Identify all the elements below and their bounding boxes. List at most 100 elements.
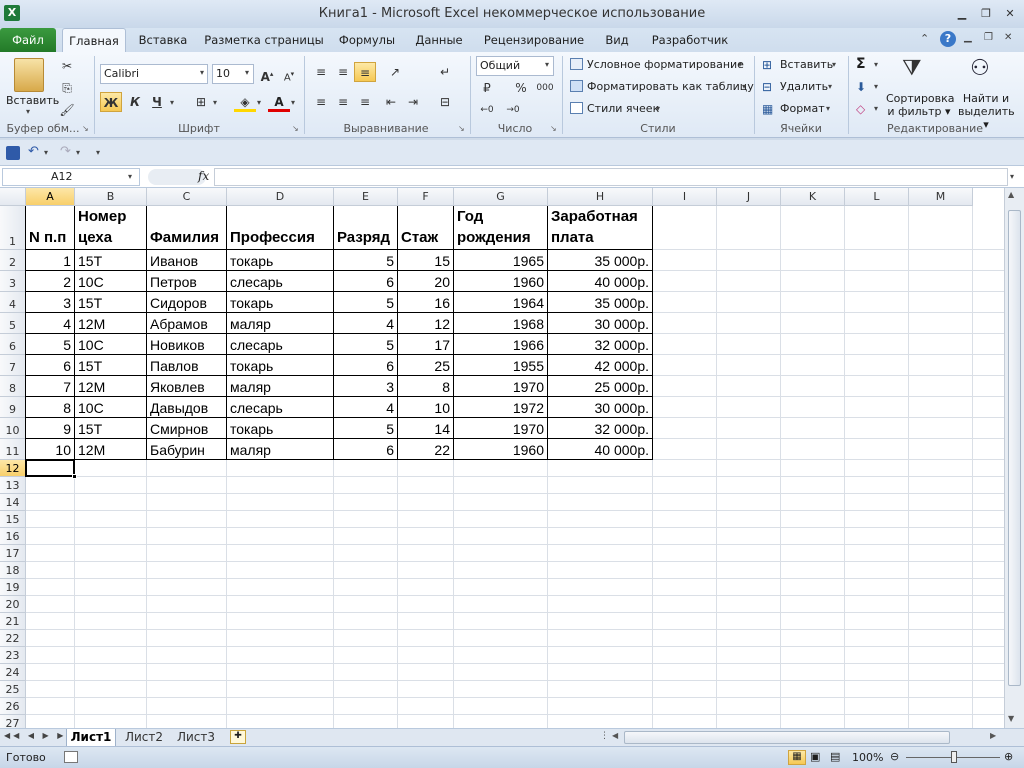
chevron-down-icon[interactable]: ▾ bbox=[257, 98, 261, 107]
table-cell[interactable]: 1966 bbox=[454, 334, 547, 354]
table-cell[interactable]: маляр bbox=[227, 313, 333, 333]
collapse-ribbon-icon[interactable]: ⌃ bbox=[920, 32, 929, 45]
chevron-down-icon[interactable]: ▾ bbox=[826, 104, 830, 113]
table-cell[interactable]: 10С bbox=[75, 334, 146, 354]
sort-filter-button[interactable]: Сортировка и фильтр ▾ bbox=[886, 92, 955, 118]
active-cell[interactable] bbox=[25, 459, 75, 477]
table-cell[interactable]: 20 bbox=[398, 271, 453, 291]
doc-restore-icon[interactable]: ❐ bbox=[984, 32, 993, 43]
chevron-down-icon[interactable]: ▾ bbox=[213, 98, 217, 107]
row-header[interactable]: 22 bbox=[0, 630, 26, 647]
sheet-nav-icon[interactable]: ◀◀ ◀ ▶ ▶▶ bbox=[4, 731, 76, 740]
table-cell[interactable]: 1970 bbox=[454, 376, 547, 396]
table-cell[interactable]: 6 bbox=[26, 355, 74, 375]
table-cell[interactable]: 6 bbox=[334, 355, 397, 375]
table-cell[interactable]: Павлов bbox=[147, 355, 226, 375]
column-header[interactable]: H bbox=[548, 188, 653, 206]
paste-icon[interactable] bbox=[14, 58, 44, 92]
align-center-icon[interactable]: ≡ bbox=[332, 92, 354, 112]
table-cell[interactable]: Новиков bbox=[147, 334, 226, 354]
chevron-down-icon[interactable]: ▾ bbox=[545, 60, 549, 69]
table-cell[interactable]: 1972 bbox=[454, 397, 547, 417]
table-cell[interactable]: 10С bbox=[75, 271, 146, 291]
table-cell[interactable]: 40 000р. bbox=[548, 271, 652, 291]
conditional-formatting-button[interactable]: Условное форматирование bbox=[587, 58, 744, 71]
table-cell[interactable]: слесарь bbox=[227, 397, 333, 417]
align-middle-icon[interactable]: ≡ bbox=[332, 62, 354, 82]
align-top-icon[interactable]: ≡ bbox=[310, 62, 332, 82]
redo-icon[interactable]: ↷ bbox=[60, 144, 71, 159]
row-header[interactable]: 15 bbox=[0, 511, 26, 528]
table-cell[interactable]: токарь bbox=[227, 292, 333, 312]
table-cell[interactable]: 30 000р. bbox=[548, 397, 652, 417]
hscroll-thumb[interactable] bbox=[624, 731, 950, 744]
table-header-cell[interactable]: N п.п bbox=[26, 206, 74, 249]
row-header[interactable]: 6 bbox=[0, 334, 26, 355]
table-cell[interactable]: Яковлев bbox=[147, 376, 226, 396]
table-cell[interactable]: 7 bbox=[26, 376, 74, 396]
hscroll-split-icon[interactable]: ⋮ bbox=[600, 731, 609, 741]
table-cell[interactable]: 30 000р. bbox=[548, 313, 652, 333]
tab-developer[interactable]: Разработчик bbox=[644, 28, 736, 52]
chevron-down-icon[interactable]: ▾ bbox=[44, 148, 48, 157]
table-cell[interactable]: 15Т bbox=[75, 250, 146, 270]
column-header[interactable]: L bbox=[845, 188, 909, 206]
scroll-left-icon[interactable]: ◀ bbox=[612, 731, 618, 740]
row-header[interactable]: 2 bbox=[0, 250, 26, 271]
row-header[interactable]: 26 bbox=[0, 698, 26, 715]
tab-formulas[interactable]: Формулы bbox=[332, 28, 402, 52]
table-cell[interactable]: 12М bbox=[75, 439, 146, 459]
table-cell[interactable]: 16 bbox=[398, 292, 453, 312]
tab-data[interactable]: Данные bbox=[406, 28, 472, 52]
table-cell[interactable]: 1964 bbox=[454, 292, 547, 312]
row-header[interactable]: 7 bbox=[0, 355, 26, 376]
percent-button[interactable]: % bbox=[510, 78, 532, 98]
table-cell[interactable]: 5 bbox=[26, 334, 74, 354]
table-cell[interactable]: токарь bbox=[227, 418, 333, 438]
table-cell[interactable]: Смирнов bbox=[147, 418, 226, 438]
doc-close-icon[interactable]: ✕ bbox=[1004, 32, 1012, 43]
align-bottom-icon[interactable]: ≡ bbox=[354, 62, 376, 82]
table-header-cell[interactable]: Стаж bbox=[398, 206, 453, 249]
paste-button[interactable]: Вставить bbox=[6, 94, 59, 107]
column-header[interactable]: C bbox=[147, 188, 227, 206]
expand-formula-bar-icon[interactable]: ▾ bbox=[1010, 172, 1014, 181]
font-name-combo[interactable]: Calibri bbox=[100, 64, 208, 84]
table-cell[interactable]: слесарь bbox=[227, 334, 333, 354]
table-cell[interactable]: 32 000р. bbox=[548, 334, 652, 354]
align-right-icon[interactable]: ≡ bbox=[354, 92, 376, 112]
table-header-cell[interactable]: Заработная плата bbox=[548, 206, 652, 249]
chevron-down-icon[interactable]: ▾ bbox=[738, 60, 742, 69]
row-header[interactable]: 18 bbox=[0, 562, 26, 579]
column-header[interactable]: M bbox=[909, 188, 973, 206]
table-cell[interactable]: 2 bbox=[26, 271, 74, 291]
page-break-view-icon[interactable]: ▤ bbox=[830, 750, 840, 763]
fill-color-icon[interactable]: ◈ bbox=[234, 92, 256, 112]
column-header[interactable]: J bbox=[717, 188, 781, 206]
column-header[interactable]: I bbox=[653, 188, 717, 206]
increase-indent-icon[interactable]: ⇥ bbox=[402, 92, 424, 112]
spreadsheet-grid[interactable]: A B C D E F G H I J K L M 1 2 3 4 5 6 7 8 9 10 11 12 13 14 15 16 17 18… bbox=[0, 188, 1004, 728]
dialog-launcher-icon[interactable]: ↘ bbox=[550, 124, 557, 133]
sheet-tab-2[interactable]: Лист2 bbox=[120, 729, 168, 747]
currency-icon[interactable]: ₽ bbox=[476, 78, 498, 98]
table-cell[interactable]: 4 bbox=[334, 397, 397, 417]
chevron-down-icon[interactable]: ▾ bbox=[128, 172, 132, 181]
table-cell[interactable]: токарь bbox=[227, 355, 333, 375]
table-cell[interactable]: 17 bbox=[398, 334, 453, 354]
save-icon[interactable] bbox=[6, 146, 20, 160]
column-header[interactable]: F bbox=[398, 188, 454, 206]
tab-home[interactable]: Главная bbox=[62, 28, 126, 52]
customize-qat-icon[interactable]: ▾ bbox=[96, 148, 100, 157]
table-cell[interactable]: 12М bbox=[75, 313, 146, 333]
table-cell[interactable]: Петров bbox=[147, 271, 226, 291]
chevron-down-icon[interactable]: ▾ bbox=[76, 148, 80, 157]
decrease-decimal-icon[interactable]: →0 bbox=[502, 100, 524, 120]
format-as-table-button[interactable]: Форматировать как таблицу bbox=[587, 80, 754, 93]
tab-insert[interactable]: Вставка bbox=[132, 28, 194, 52]
table-cell[interactable]: 35 000р. bbox=[548, 292, 652, 312]
row-header[interactable]: 5 bbox=[0, 313, 26, 334]
row-header[interactable]: 27 bbox=[0, 715, 26, 728]
table-cell[interactable]: 10 bbox=[398, 397, 453, 417]
table-cell[interactable]: токарь bbox=[227, 250, 333, 270]
